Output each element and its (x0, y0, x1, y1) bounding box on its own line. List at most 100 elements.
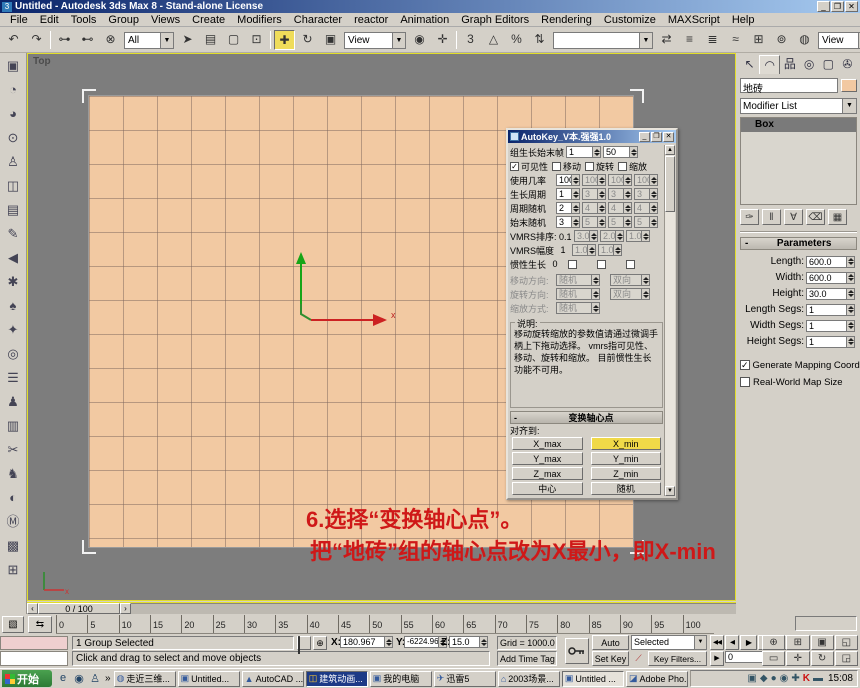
menu-item[interactable]: reactor (348, 14, 394, 26)
percent-snap-icon[interactable]: % (506, 30, 527, 50)
rollout-collapse-icon[interactable]: - (745, 238, 748, 249)
rotate-range-dropdown[interactable]: 双向 (610, 288, 650, 300)
absolute-mode-icon[interactable]: ⊕ (313, 636, 327, 650)
viewport-label[interactable]: Top (33, 56, 51, 67)
vmrs-checkbox[interactable]: 缩放 (618, 160, 647, 173)
move-direction-dropdown[interactable]: 随机 (556, 274, 600, 286)
pencil-icon[interactable]: ✎ (2, 223, 24, 246)
quick-launch-overflow-icon[interactable]: » (105, 673, 111, 684)
menu-item[interactable]: Edit (34, 14, 65, 26)
dialog-close-button[interactable]: ✕ (663, 132, 674, 142)
crossing-selection-icon[interactable]: ⊡ (246, 30, 267, 50)
set-key-button[interactable]: Set Key (592, 651, 629, 666)
sphere-icon[interactable]: ◕ (2, 103, 24, 126)
sort-spinner[interactable]: 1.0 (626, 230, 650, 242)
plant-icon[interactable]: ♠ (2, 295, 24, 318)
render-scene-icon[interactable]: ◍ (794, 30, 815, 50)
dropdown-arrow-icon[interactable]: ▼ (392, 33, 405, 48)
start-button[interactable]: 开始 (2, 670, 52, 687)
track-bar-filter-button[interactable]: ⇆ (28, 616, 52, 633)
task-button[interactable]: ⌂ 2003场景... (498, 671, 560, 687)
rect-selection-region-icon[interactable]: ▢ (223, 30, 244, 50)
menu-item[interactable]: File (4, 14, 34, 26)
mini-curve-editor-button[interactable]: ▧ (2, 616, 24, 633)
pin-stack-button[interactable]: ✑ (740, 209, 759, 225)
menu-item[interactable]: MAXScript (662, 14, 726, 26)
parameter-checkbox[interactable]: Real-World Map Size (740, 375, 857, 389)
pivot-align-button[interactable]: Z_min (591, 467, 662, 480)
task-button[interactable]: ◍ 走近三维... (114, 671, 176, 687)
amp-spinner[interactable]: 1.0 (598, 244, 622, 256)
character-icon[interactable]: ♙ (2, 151, 24, 174)
maximize-viewport-icon[interactable]: ◲ (835, 651, 858, 666)
end-frame-spinner[interactable]: 50 (603, 146, 638, 158)
menu-item[interactable]: Group (102, 14, 145, 26)
tab-modify[interactable]: ◠ (759, 55, 780, 74)
parameter-spinner[interactable]: 600.0 (806, 272, 855, 284)
dropdown-arrow-icon[interactable]: ▼ (160, 33, 173, 48)
key-mode-toggle-icon[interactable]: ▶ (710, 651, 724, 666)
inertia-checkbox[interactable] (597, 260, 608, 269)
teapot-icon[interactable]: ◔ (2, 79, 24, 102)
menu-item[interactable]: Tools (65, 14, 103, 26)
auto-key-button[interactable]: Auto Key (592, 635, 629, 650)
value-spinner[interactable]: 1 (556, 188, 580, 200)
tray-icon-3[interactable]: ● (771, 673, 777, 684)
object-name-field[interactable]: 地砖 (740, 78, 838, 93)
dialog-title-bar[interactable]: AutoKey_V本.强强1.0 _ ❐ ✕ (508, 130, 676, 143)
tray-icon-2[interactable]: ◆ (760, 673, 768, 684)
notebook-icon[interactable]: ▥ (2, 415, 24, 438)
select-and-move-icon[interactable]: ✚ (274, 30, 295, 50)
select-and-rotate-icon[interactable]: ↻ (297, 30, 318, 50)
object-color-swatch[interactable] (841, 79, 857, 92)
reference-coordinate-dropdown[interactable]: View▼ (344, 32, 406, 49)
scissors-icon[interactable]: ✂ (2, 439, 24, 462)
vmrs-checkbox[interactable]: ✓可见性 (510, 160, 548, 173)
scroll-down-icon[interactable]: ▼ (665, 486, 675, 496)
parameter-spinner[interactable]: 600.0 (806, 256, 855, 268)
value-spinner[interactable]: 5 (634, 216, 658, 228)
box-objects-icon[interactable]: ▣ (2, 55, 24, 78)
pivot-align-button[interactable]: Y_min (591, 452, 662, 465)
zoom-extents-icon[interactable]: ▣ (811, 635, 834, 650)
value-spinner[interactable]: 5 (582, 216, 606, 228)
time-slider-track[interactable] (131, 603, 736, 614)
time-slider-prev-icon[interactable]: ‹ (27, 603, 38, 614)
zoom-extents-all-icon[interactable]: ◱ (835, 635, 858, 650)
media-player-icon[interactable]: ◉ (71, 672, 87, 685)
move-gizmo[interactable]: x (283, 252, 403, 336)
tab-display[interactable]: ▢ (819, 55, 838, 74)
remove-modifier-button[interactable]: ⌫ (806, 209, 825, 225)
dialog-minimize-button[interactable]: _ (639, 132, 650, 142)
pan-icon[interactable]: ✛ (786, 651, 809, 666)
show-end-result-button[interactable]: ‖ (762, 209, 781, 225)
value-spinner[interactable]: 100 (634, 174, 658, 186)
value-spinner[interactable]: 3 (608, 188, 632, 200)
gear-icon[interactable]: ✱ (2, 271, 24, 294)
value-spinner[interactable]: 5 (608, 216, 632, 228)
track-bar-ruler[interactable]: 0510152025303540455055606570758085909510… (56, 615, 714, 634)
pivot-align-button[interactable]: X_min (591, 437, 662, 450)
dropdown-arrow-icon[interactable]: ▼ (842, 99, 856, 113)
menu-item[interactable]: Modifiers (231, 14, 288, 26)
value-spinner[interactable]: 100 (556, 174, 580, 186)
select-and-manipulate-icon[interactable]: ✛ (432, 30, 453, 50)
checkbox-icon[interactable]: ✓ (740, 360, 750, 370)
dropdown-arrow-icon[interactable]: ▼ (639, 33, 652, 48)
scrollbar-thumb[interactable] (665, 156, 675, 212)
vmrs-checkbox[interactable]: 旋转 (585, 160, 614, 173)
select-and-link-icon[interactable]: ⊶ (54, 30, 75, 50)
layer-manager-icon[interactable]: ≣ (702, 30, 723, 50)
qq-icon[interactable]: ♙ (87, 672, 103, 685)
undo-icon[interactable]: ↶ (3, 30, 24, 50)
add-time-tag-field[interactable]: Add Time Tag (497, 651, 557, 666)
menu-item[interactable]: Views (145, 14, 186, 26)
snap-toggle-icon[interactable]: 3 (460, 30, 481, 50)
time-slider-next-icon[interactable]: › (120, 603, 131, 614)
angle-snap-icon[interactable]: △ (483, 30, 504, 50)
tray-icon-kaspersky[interactable]: K (803, 673, 810, 684)
pivot-align-button[interactable]: Y_max (512, 452, 583, 465)
autokey-script-dialog[interactable]: AutoKey_V本.强强1.0 _ ❐ ✕ 组生长始末帧 1 50 ✓可见性移… (506, 128, 678, 500)
camera-icon[interactable]: ◫ (2, 175, 24, 198)
menu-item[interactable]: Help (726, 14, 761, 26)
